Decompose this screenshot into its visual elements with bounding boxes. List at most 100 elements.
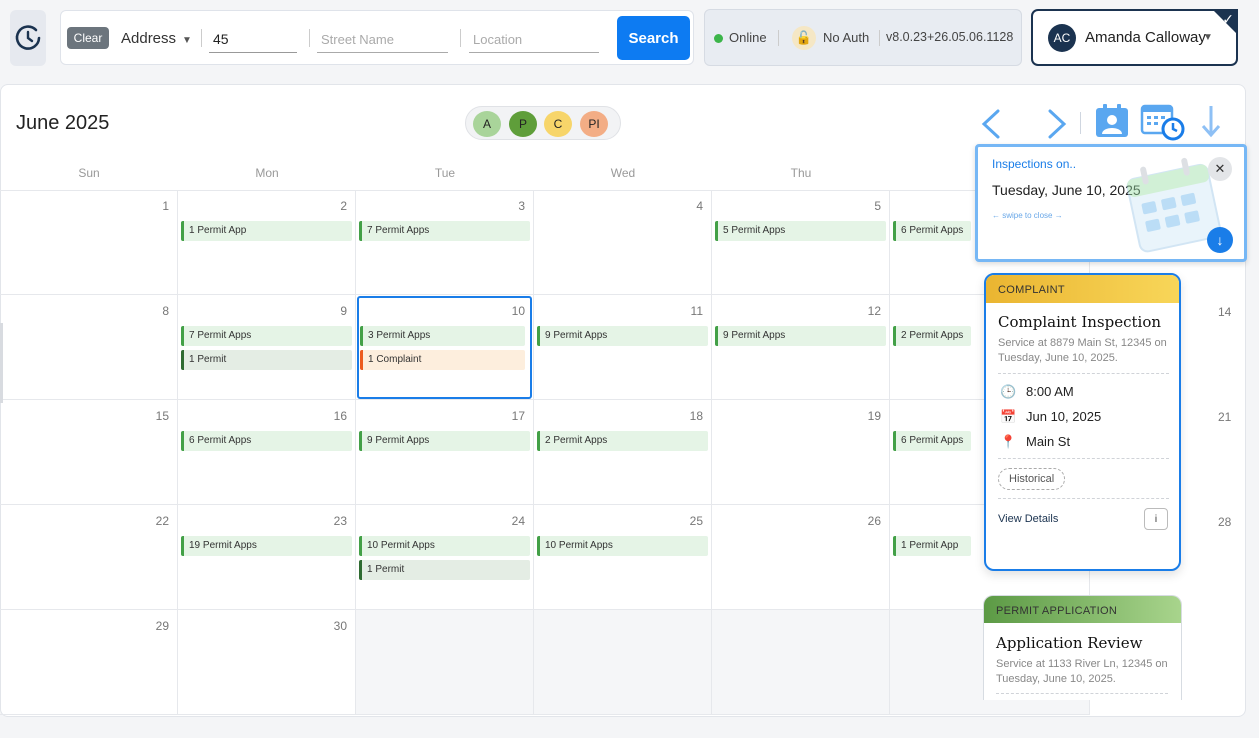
permit-card[interactable]: PERMIT APPLICATION Application Review Se…	[983, 595, 1182, 700]
permit-event[interactable]: 9 Permit Apps	[715, 326, 886, 346]
legend-pi[interactable]: PI	[580, 111, 608, 137]
day-cell[interactable]: 16 6 Permit Apps	[178, 400, 356, 505]
card-location: Main St	[1026, 434, 1071, 449]
day-cell[interactable]: 3 7 Permit Apps	[356, 190, 534, 295]
day-cell[interactable]	[356, 610, 534, 715]
day-cell[interactable]: 23 19 Permit Apps	[178, 505, 356, 610]
download-arrow-icon[interactable]	[1200, 104, 1222, 140]
day-cell[interactable]: 4	[534, 190, 712, 295]
day-cell[interactable]: 2 1 Permit App	[178, 190, 356, 295]
permit-event[interactable]: 1 Permit	[359, 560, 530, 580]
card-category: PERMIT APPLICATION	[984, 596, 1181, 623]
unlocked-padlock-icon[interactable]: 🔓	[792, 26, 816, 50]
day-cell[interactable]: 19	[712, 400, 890, 505]
day-number: 5	[874, 199, 881, 213]
historical-badge: Historical	[998, 468, 1066, 490]
permit-event[interactable]: 5 Permit Apps	[715, 221, 886, 241]
day-cell[interactable]: 26	[712, 505, 890, 610]
search-button[interactable]: Search	[617, 16, 690, 60]
permit-event[interactable]: 7 Permit Apps	[359, 221, 530, 241]
info-icon[interactable]: i	[1144, 508, 1168, 530]
day-cell[interactable]: 25 10 Permit Apps	[534, 505, 712, 610]
divider	[778, 30, 779, 46]
calendar-clock-icon[interactable]	[1140, 103, 1186, 141]
day-cell[interactable]: 24 10 Permit Apps 1 Permit	[356, 505, 534, 610]
street-name-input[interactable]	[317, 25, 448, 53]
permit-event[interactable]: 3 Permit Apps	[360, 326, 525, 346]
day-cell[interactable]: 9 7 Permit Apps 1 Permit	[178, 295, 356, 400]
legend-a[interactable]: A	[473, 111, 501, 137]
card-subtitle: Service at 8879 Main St, 12345 on Tuesda…	[998, 337, 1167, 364]
date-14: 14	[1218, 305, 1232, 319]
search-type-select[interactable]: Address ▼	[121, 30, 192, 47]
view-details-link[interactable]: View Details	[998, 513, 1058, 525]
user-name: Amanda Calloway	[1085, 29, 1206, 46]
chevron-down-icon: ▼	[182, 35, 192, 46]
day-number: 12	[867, 304, 881, 318]
day-cell[interactable]: 18 2 Permit Apps	[534, 400, 712, 505]
popover-heading: Inspections on..	[992, 157, 1077, 171]
inspections-popover[interactable]: Inspections on.. Tuesday, June 10, 2025 …	[975, 144, 1247, 262]
day-number: 22	[155, 514, 169, 528]
day-cell[interactable]: 15	[0, 400, 178, 505]
permit-event[interactable]: 6 Permit Apps	[893, 221, 971, 241]
day-cell[interactable]	[534, 610, 712, 715]
day-cell[interactable]: 8	[0, 295, 178, 400]
day-cell[interactable]: 29	[0, 610, 178, 715]
day-number: 11	[690, 304, 703, 318]
day-number: 9	[340, 304, 347, 318]
permit-event[interactable]: 6 Permit Apps	[181, 431, 352, 451]
legend-p[interactable]: P	[509, 111, 537, 137]
arrow-down-icon[interactable]: ↓	[1207, 227, 1233, 253]
calendar-icon: 📅	[1000, 409, 1017, 424]
permit-event[interactable]: 6 Permit Apps	[893, 431, 971, 451]
day-cell[interactable]: 11 9 Permit Apps	[534, 295, 712, 400]
permit-event[interactable]: 9 Permit Apps	[359, 431, 530, 451]
day-number: 2	[340, 199, 347, 213]
day-number: 24	[511, 514, 525, 528]
day-cell[interactable]: 30	[178, 610, 356, 715]
complaint-event[interactable]: 1 Complaint	[360, 350, 525, 370]
permit-event[interactable]: 7 Permit Apps	[181, 326, 352, 346]
permit-event[interactable]: 2 Permit Apps	[537, 431, 708, 451]
online-status-icon	[714, 34, 723, 43]
clock-logo-icon	[15, 25, 41, 50]
permit-event[interactable]: 2 Permit Apps	[893, 326, 971, 346]
day-cell[interactable]: 5 5 Permit Apps	[712, 190, 890, 295]
day-cell[interactable]: 12 9 Permit Apps	[712, 295, 890, 400]
user-calendar-icon[interactable]	[1094, 103, 1130, 139]
day-cell[interactable]: 22	[0, 505, 178, 610]
street-number-input[interactable]	[209, 25, 297, 53]
complaint-card[interactable]: COMPLAINT Complaint Inspection Service a…	[984, 273, 1181, 571]
day-cell[interactable]: 10 3 Permit Apps 1 Complaint	[356, 295, 534, 400]
user-menu[interactable]: AC Amanda Calloway ▼ ✓	[1031, 9, 1238, 66]
day-header-mon: Mon	[255, 166, 279, 180]
divider	[460, 29, 461, 47]
next-month-icon[interactable]	[1044, 108, 1070, 140]
clear-button[interactable]: Clear	[67, 27, 109, 49]
permit-event[interactable]: 1 Permit App	[181, 221, 352, 241]
scroll-indicator[interactable]	[0, 323, 3, 403]
close-icon[interactable]: ✕	[1208, 157, 1232, 181]
previous-month-icon[interactable]	[978, 108, 1004, 140]
card-title: Complaint Inspection	[998, 313, 1162, 331]
day-cell[interactable]	[712, 610, 890, 715]
day-header-wed: Wed	[610, 166, 636, 180]
permit-event[interactable]: 1 Permit App	[893, 536, 971, 556]
card-subtitle: Service at 1133 River Ln, 12345 on Tuesd…	[996, 658, 1168, 685]
day-cell[interactable]: 1	[0, 190, 178, 295]
permit-event[interactable]: 10 Permit Apps	[359, 536, 530, 556]
search-type-label: Address	[121, 30, 177, 47]
location-input[interactable]	[469, 25, 599, 53]
search-bar: Clear Address ▼ Search	[60, 10, 694, 65]
day-cell[interactable]: 17 9 Permit Apps	[356, 400, 534, 505]
permit-event[interactable]: 19 Permit Apps	[181, 536, 352, 556]
swipe-hint: ← swipe to close →	[992, 211, 1063, 220]
auth-label: No Auth	[823, 30, 870, 45]
permit-event[interactable]: 1 Permit	[181, 350, 352, 370]
status-legend: A P C PI	[465, 106, 621, 140]
permit-event[interactable]: 10 Permit Apps	[537, 536, 708, 556]
app-logo[interactable]	[10, 10, 46, 66]
permit-event[interactable]: 9 Permit Apps	[537, 326, 708, 346]
legend-c[interactable]: C	[544, 111, 572, 137]
